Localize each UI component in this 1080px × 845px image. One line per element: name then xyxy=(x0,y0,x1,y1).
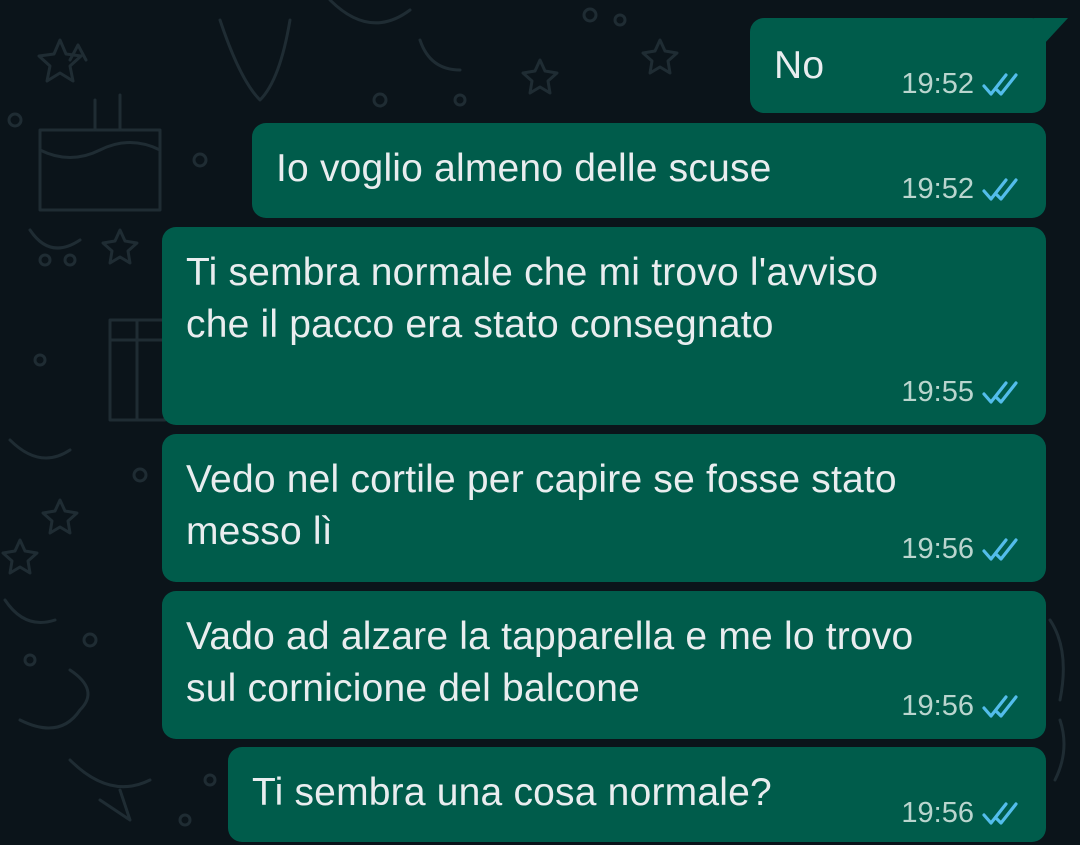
bubble-tail xyxy=(1034,18,1068,44)
message-bubble[interactable]: Ti sembra normale che mi trovo l'avviso … xyxy=(162,227,1046,425)
message-time: 19:56 xyxy=(901,533,974,565)
message-time: 19:56 xyxy=(901,690,974,722)
message-meta: 19:56 xyxy=(901,797,1024,830)
message-text: Vado ad alzare la tapparella e me lo tro… xyxy=(186,615,914,710)
message-text: Io voglio almeno delle scuse xyxy=(276,147,772,190)
message-meta: 19:52 xyxy=(901,68,1024,101)
read-double-check-icon xyxy=(982,801,1018,825)
message-bubble[interactable]: Vedo nel cortile per capire se fosse sta… xyxy=(162,434,1046,582)
chat-view[interactable]: No 19:52 Io voglio almeno delle scuse 19… xyxy=(0,0,1080,845)
message-bubble[interactable]: No 19:52 xyxy=(750,18,1068,113)
message-text: Vedo nel cortile per capire se fosse sta… xyxy=(186,458,897,553)
message-meta: 19:56 xyxy=(901,533,1024,566)
message-bubble[interactable]: Io voglio almeno delle scuse 19:52 xyxy=(252,123,1046,218)
read-double-check-icon xyxy=(982,72,1018,96)
read-double-check-icon xyxy=(982,537,1018,561)
message-time: 19:52 xyxy=(901,173,974,205)
message-bubble[interactable]: Ti sembra una cosa normale? 19:56 xyxy=(228,747,1046,842)
message-text: Ti sembra normale che mi trovo l'avviso … xyxy=(186,251,879,346)
message-text: Ti sembra una cosa normale? xyxy=(252,771,772,814)
message-meta: 19:55 xyxy=(901,376,1024,409)
message-time: 19:56 xyxy=(901,797,974,829)
read-double-check-icon xyxy=(982,177,1018,201)
message-meta: 19:52 xyxy=(901,173,1024,206)
read-double-check-icon xyxy=(982,694,1018,718)
message-text: No xyxy=(774,44,825,87)
message-bubble[interactable]: Vado ad alzare la tapparella e me lo tro… xyxy=(162,591,1046,739)
message-time: 19:52 xyxy=(901,68,974,100)
read-double-check-icon xyxy=(982,380,1018,404)
message-time: 19:55 xyxy=(901,376,974,408)
message-meta: 19:56 xyxy=(901,690,1024,723)
